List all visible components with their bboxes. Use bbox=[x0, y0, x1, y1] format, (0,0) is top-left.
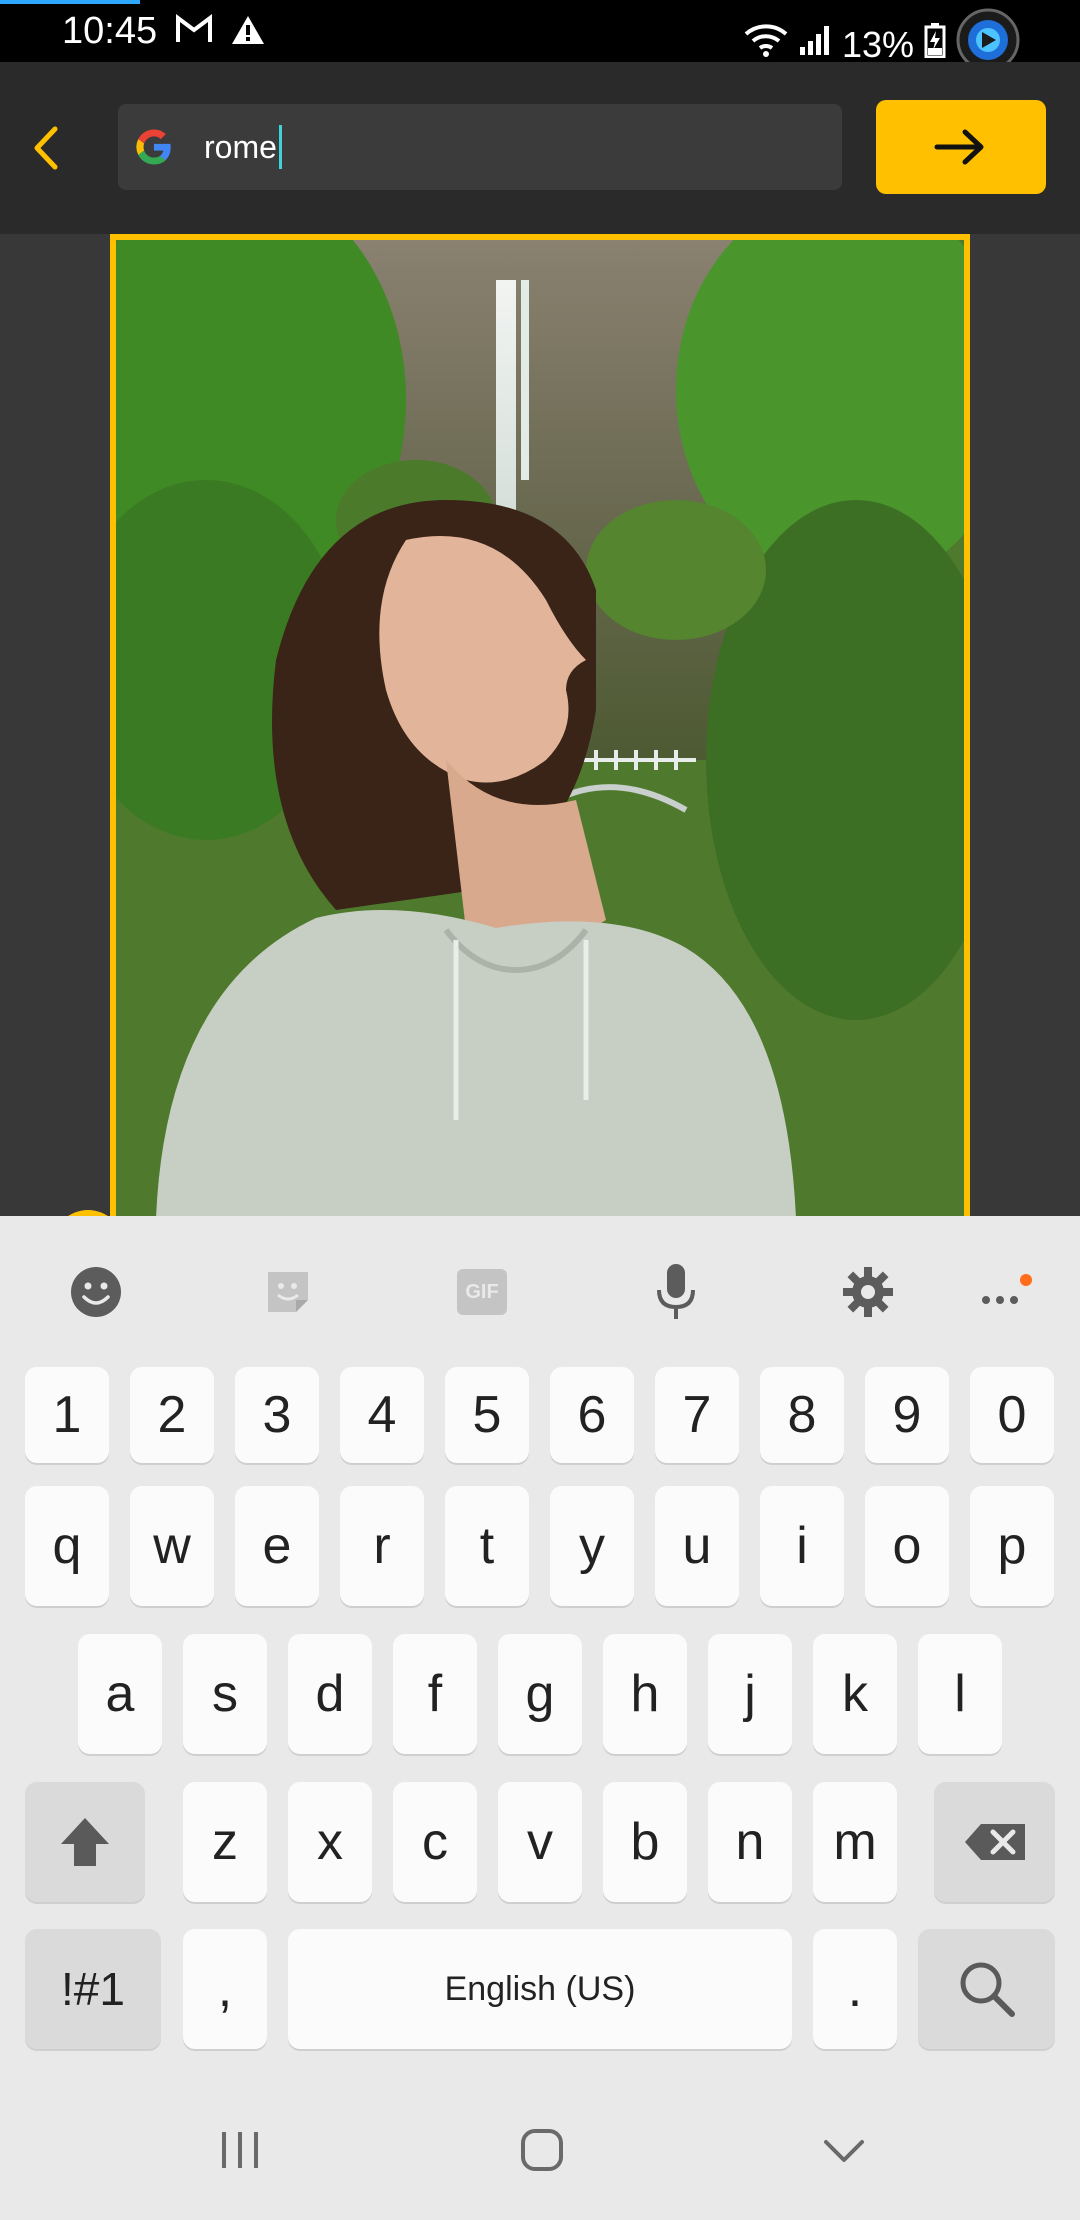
key-1[interactable]: 1 bbox=[25, 1367, 109, 1463]
key-u[interactable]: u bbox=[655, 1486, 739, 1606]
status-time: 10:45 bbox=[62, 10, 158, 52]
key-o[interactable]: o bbox=[865, 1486, 949, 1606]
search-toolbar: rome bbox=[0, 62, 1080, 234]
selected-photo[interactable] bbox=[110, 234, 970, 1216]
arrow-right-icon bbox=[934, 129, 984, 165]
status-bar: 10:45 13% bbox=[0, 0, 1080, 72]
key-2[interactable]: 2 bbox=[130, 1367, 214, 1463]
keyboard-toolbar: GIF bbox=[0, 1216, 1080, 1366]
signal-icon bbox=[798, 23, 832, 66]
key-f[interactable]: f bbox=[393, 1634, 477, 1754]
key-e[interactable]: e bbox=[235, 1486, 319, 1606]
search-go-button[interactable] bbox=[876, 100, 1046, 194]
period-key[interactable]: . bbox=[813, 1929, 897, 2049]
symbols-key[interactable]: !#1 bbox=[25, 1929, 161, 2049]
back-button[interactable] bbox=[22, 120, 70, 176]
key-q[interactable]: q bbox=[25, 1486, 109, 1606]
search-input[interactable]: rome bbox=[118, 104, 842, 190]
key-r[interactable]: r bbox=[340, 1486, 424, 1606]
key-h[interactable]: h bbox=[603, 1634, 687, 1754]
key-y[interactable]: y bbox=[550, 1486, 634, 1606]
key-m[interactable]: m bbox=[813, 1782, 897, 1902]
home-icon[interactable] bbox=[502, 2110, 582, 2190]
backspace-key[interactable] bbox=[934, 1782, 1055, 1902]
back-chevron-icon[interactable] bbox=[804, 2110, 884, 2190]
comma-key[interactable]: , bbox=[183, 1929, 267, 2049]
key-7[interactable]: 7 bbox=[655, 1367, 739, 1463]
key-0[interactable]: 0 bbox=[970, 1367, 1054, 1463]
key-4[interactable]: 4 bbox=[340, 1367, 424, 1463]
microphone-icon[interactable] bbox=[646, 1262, 706, 1322]
key-z[interactable]: z bbox=[183, 1782, 267, 1902]
back-arrow-icon bbox=[34, 126, 58, 170]
key-d[interactable]: d bbox=[288, 1634, 372, 1754]
sticker-icon[interactable] bbox=[258, 1262, 318, 1322]
wifi-icon bbox=[744, 22, 788, 67]
load-progress bbox=[0, 0, 140, 4]
backspace-icon bbox=[964, 1824, 1025, 1860]
key-k[interactable]: k bbox=[813, 1634, 897, 1754]
key-n[interactable]: n bbox=[708, 1782, 792, 1902]
more-icon[interactable] bbox=[976, 1262, 1036, 1322]
recents-icon[interactable] bbox=[200, 2110, 280, 2190]
space-key[interactable]: English (US) bbox=[288, 1929, 792, 2049]
emoji-icon[interactable] bbox=[66, 1262, 126, 1322]
battery-text: 13% bbox=[841, 23, 914, 65]
search-icon bbox=[960, 1962, 1015, 2017]
key-3[interactable]: 3 bbox=[235, 1367, 319, 1463]
search-query-text: rome bbox=[204, 128, 277, 165]
key-g[interactable]: g bbox=[498, 1634, 582, 1754]
key-j[interactable]: j bbox=[708, 1634, 792, 1754]
text-cursor bbox=[278, 125, 282, 169]
key-9[interactable]: 9 bbox=[865, 1367, 949, 1463]
key-v[interactable]: v bbox=[498, 1782, 582, 1902]
search-key[interactable] bbox=[918, 1929, 1055, 2049]
key-6[interactable]: 6 bbox=[550, 1367, 634, 1463]
shift-icon bbox=[61, 1818, 109, 1866]
key-l[interactable]: l bbox=[918, 1634, 1002, 1754]
key-b[interactable]: b bbox=[603, 1782, 687, 1902]
key-c[interactable]: c bbox=[393, 1782, 477, 1902]
shift-key[interactable] bbox=[25, 1782, 145, 1902]
key-s[interactable]: s bbox=[183, 1634, 267, 1754]
system-nav-bar bbox=[0, 2070, 1080, 2220]
photo-image bbox=[116, 240, 964, 1216]
key-a[interactable]: a bbox=[78, 1634, 162, 1754]
battery-charging-icon bbox=[924, 22, 946, 67]
key-x[interactable]: x bbox=[288, 1782, 372, 1902]
gmail-icon bbox=[176, 14, 212, 51]
key-t[interactable]: t bbox=[445, 1486, 529, 1606]
gif-icon[interactable]: GIF bbox=[452, 1262, 512, 1322]
key-8[interactable]: 8 bbox=[760, 1367, 844, 1463]
alert-icon bbox=[230, 14, 266, 51]
key-p[interactable]: p bbox=[970, 1486, 1054, 1606]
editor-canvas bbox=[0, 234, 1080, 1216]
key-w[interactable]: w bbox=[130, 1486, 214, 1606]
google-g-icon bbox=[136, 129, 171, 165]
key-i[interactable]: i bbox=[760, 1486, 844, 1606]
gear-icon[interactable] bbox=[838, 1262, 898, 1322]
key-5[interactable]: 5 bbox=[445, 1367, 529, 1463]
